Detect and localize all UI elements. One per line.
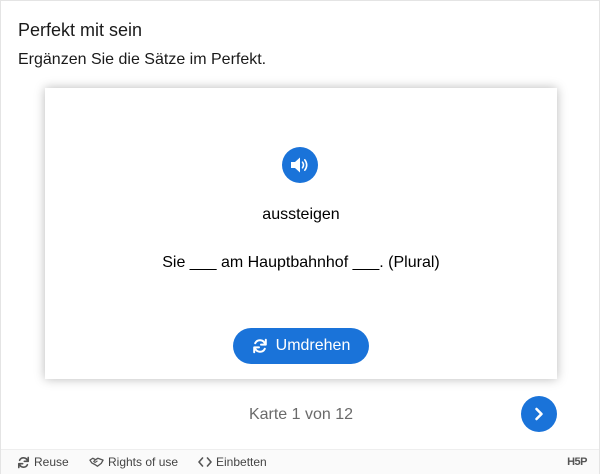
content-frame: Perfekt mit sein Ergänzen Sie die Sätze … [0, 0, 600, 474]
card-sentence: Sie ___ am Hauptbahnhof ___. (Plural) [162, 254, 440, 271]
code-icon [198, 457, 212, 467]
flip-card-button[interactable]: Umdrehen [233, 328, 369, 364]
embed-label: Einbetten [216, 455, 267, 469]
sync-icon [252, 338, 267, 354]
play-audio-button[interactable] [282, 147, 318, 183]
reuse-icon [17, 456, 30, 468]
task-instruction: Ergänzen Sie die Sätze im Perfekt. [18, 51, 267, 68]
embed-link[interactable]: Einbetten [198, 450, 267, 474]
reuse-label: Reuse [34, 455, 69, 469]
speaker-icon [291, 157, 308, 173]
reuse-link[interactable]: Reuse [17, 450, 69, 474]
h5p-logo: H5P [567, 456, 587, 468]
rights-of-use-label: Rights of use [108, 455, 179, 469]
rights-of-use-link[interactable]: Rights of use [89, 450, 178, 474]
page-title: Perfekt mit sein [18, 20, 143, 40]
card-word: aussteigen [262, 206, 340, 223]
chevron-right-icon [535, 407, 543, 421]
card-counter: Karte 1 von 12 [248, 406, 354, 423]
footer-bar: Reuse Rights of use Einbetten H5P [1, 449, 599, 474]
flip-card-label: Umdrehen [275, 337, 351, 354]
flashcard: aussteigen Sie ___ am Hauptbahnhof ___. … [45, 88, 557, 379]
handshake-icon [89, 457, 104, 467]
next-card-button[interactable] [521, 396, 557, 432]
